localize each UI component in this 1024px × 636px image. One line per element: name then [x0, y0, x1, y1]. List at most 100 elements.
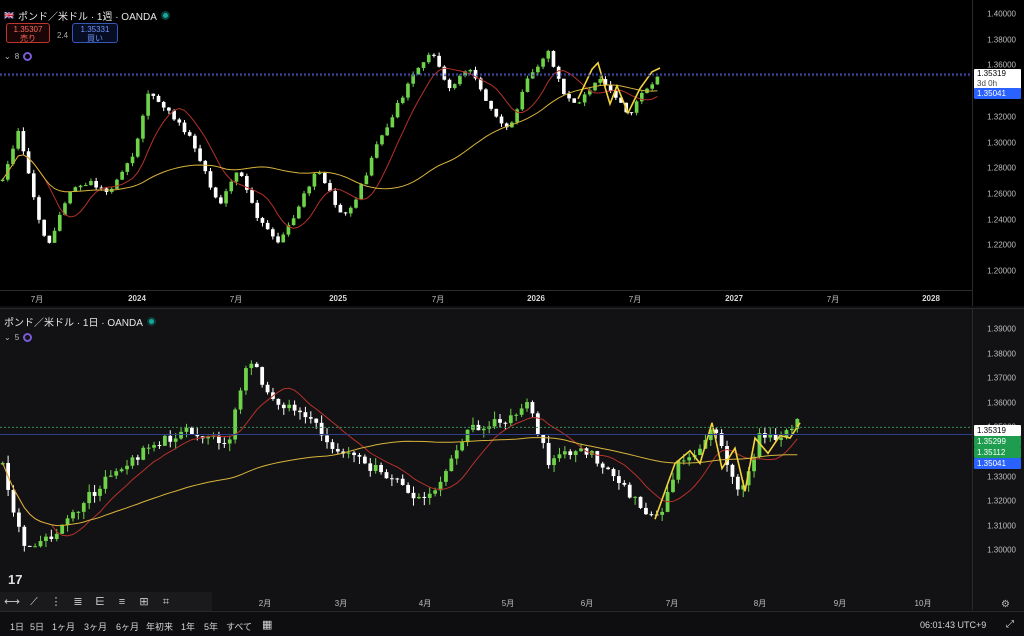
price-tick: 1.37000	[987, 373, 1016, 383]
candle	[421, 62, 426, 68]
candle	[373, 464, 378, 471]
candle	[281, 404, 286, 409]
indicators-toggle[interactable]: ⌄ 8	[4, 52, 33, 61]
time-tick: 7月	[30, 295, 44, 304]
timeframe-5[interactable]: 6ヶ月	[116, 620, 139, 633]
candle	[644, 507, 648, 515]
candle	[27, 545, 32, 547]
timeframe-8[interactable]: 5年	[204, 620, 218, 633]
candle	[114, 471, 119, 476]
candle	[234, 172, 239, 182]
weekly-time-axis[interactable]: 7月 2024 7月 2025 7月 2026 7月 2027 7月 2028	[0, 290, 972, 306]
candle	[17, 512, 21, 527]
candle	[92, 491, 97, 496]
candle	[416, 67, 421, 75]
indicators-toggle[interactable]: ⌄ 5	[4, 333, 33, 342]
candle	[103, 476, 108, 489]
candle	[0, 179, 5, 182]
candle	[177, 119, 182, 123]
candle	[639, 92, 644, 102]
candle	[179, 431, 183, 439]
settings-gear-icon[interactable]: ⚙	[1001, 599, 1010, 610]
candle	[671, 479, 675, 492]
candle	[89, 181, 93, 186]
candle	[281, 234, 286, 243]
fib-retracement-tool-icon[interactable]: ⋿	[92, 595, 108, 609]
timeframe-9[interactable]: すべて	[226, 620, 252, 633]
price-label: 1.35319 3d 0h	[974, 69, 1021, 89]
sell-button[interactable]: 1.35307 売り	[6, 23, 50, 43]
timeframe-3[interactable]: 1ヶ月	[52, 620, 75, 633]
timeframe-2[interactable]: 5日	[30, 620, 44, 633]
candle	[31, 173, 36, 198]
fullscreen-icon[interactable]: ⤢	[1006, 619, 1014, 630]
candle	[572, 98, 577, 103]
daily-symbol-title[interactable]: ポンド／米ドル · 1日 · OANDA	[4, 314, 156, 329]
candle	[81, 503, 86, 512]
weekly-chart-canvas[interactable]	[0, 0, 972, 306]
candle	[265, 222, 270, 230]
candle	[317, 172, 322, 174]
candle	[151, 93, 156, 96]
candle	[187, 132, 192, 136]
candle	[364, 175, 369, 185]
weekly-symbol-title[interactable]: 🇬🇧 ポンド／米ドル · 1週 · OANDA	[4, 8, 170, 23]
clock-readout[interactable]: 06:01:43 UTC+9	[920, 620, 986, 630]
horizontal-line-tool-icon[interactable]: ⟷	[4, 595, 20, 609]
candle	[494, 108, 499, 117]
candle	[790, 428, 794, 431]
candle	[492, 419, 497, 427]
candle	[38, 541, 43, 547]
candle	[330, 442, 335, 449]
sync-icon	[23, 333, 33, 342]
candle	[633, 496, 638, 498]
rectangle-tool-icon[interactable]: ⌗	[158, 595, 174, 609]
candle	[390, 117, 395, 128]
trend-line-tool-icon[interactable]: ⟋	[26, 595, 42, 609]
candle	[184, 427, 189, 432]
weekly-price-axis[interactable]: 1.400001.380001.360001.340001.320001.300…	[972, 0, 1024, 306]
candle	[98, 488, 102, 496]
price-tick: 1.31000	[987, 521, 1016, 531]
buy-button[interactable]: 1.35331 買い	[72, 23, 118, 43]
candle	[193, 135, 197, 149]
candle	[303, 412, 308, 418]
daily-chart-pane[interactable]: 1.390001.380001.370001.360001.350001.340…	[0, 308, 1024, 610]
candle	[567, 94, 571, 99]
market-status-icon	[160, 11, 170, 20]
candle	[573, 451, 578, 456]
candle	[595, 451, 600, 464]
vertical-line-tool-icon[interactable]: ⋮	[48, 595, 64, 609]
price-label: 1.35041	[974, 88, 1021, 99]
time-tick: 9月	[833, 599, 847, 608]
candle	[600, 463, 605, 468]
candle	[307, 186, 312, 194]
candle	[87, 491, 92, 504]
candle	[395, 102, 400, 118]
candle	[541, 58, 545, 67]
timeframe-4[interactable]: 3ヶ月	[84, 620, 107, 633]
timeframe-6[interactable]: 年初来	[146, 620, 173, 633]
daily-price-axis[interactable]: 1.390001.380001.370001.360001.350001.340…	[972, 309, 1024, 610]
candle	[83, 185, 88, 187]
gann-box-tool-icon[interactable]: ⊞	[136, 595, 152, 609]
weekly-chart-pane[interactable]: 1.400001.380001.360001.340001.320001.300…	[0, 0, 1024, 306]
flag-icon: 🇬🇧	[4, 11, 14, 20]
price-tick: 1.24000	[987, 215, 1016, 225]
candle	[447, 79, 452, 89]
market-status-icon	[146, 317, 156, 326]
candle	[536, 66, 540, 73]
parallel-channel-tool-icon[interactable]: ≣	[70, 595, 86, 609]
time-tick: 7月	[431, 295, 445, 304]
tradingview-logo: 17	[8, 572, 23, 587]
candle	[400, 478, 405, 485]
date-range-calendar-icon[interactable]: ▦	[262, 618, 272, 631]
candle	[481, 428, 486, 431]
fib-extension-tool-icon[interactable]: ≡	[114, 595, 130, 609]
candle	[406, 484, 410, 493]
candle	[54, 533, 59, 539]
timeframe-1[interactable]: 1日	[10, 620, 24, 633]
price-tick: 1.32000	[987, 496, 1016, 506]
daily-chart-canvas[interactable]	[0, 309, 972, 611]
timeframe-7[interactable]: 1年	[181, 620, 195, 633]
